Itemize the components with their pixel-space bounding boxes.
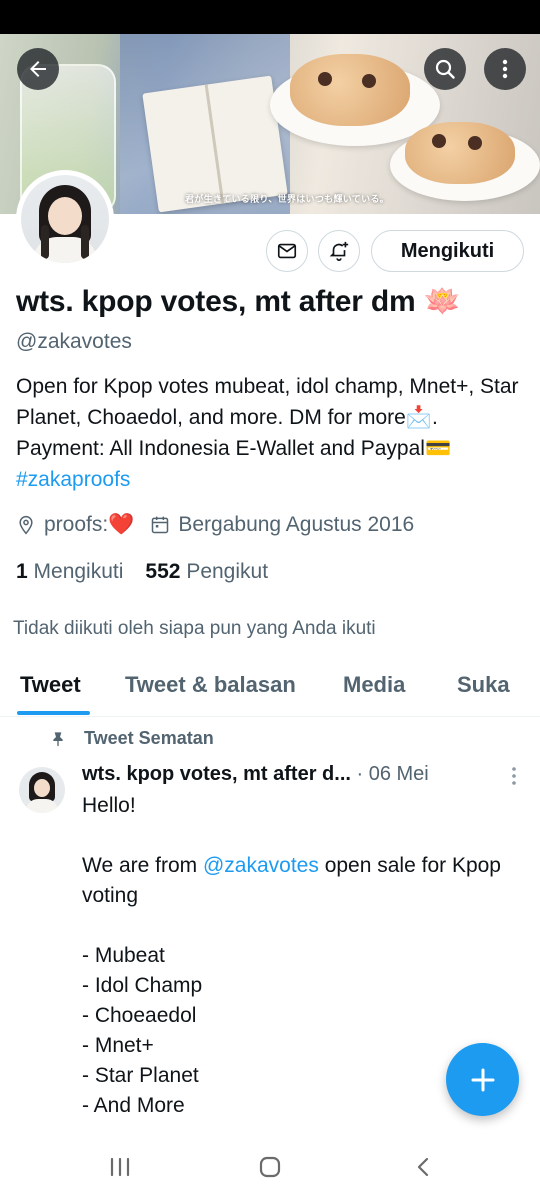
followers-link[interactable]: 552 Pengikut [145,560,268,583]
avatar [21,175,109,263]
tweet-list-item: - Choeaedol [82,1004,197,1027]
pinned-label: Tweet Sematan [50,728,214,749]
not-followed-note: Tidak diikuti oleh siapa pun yang Anda i… [13,618,376,639]
tweet-author-name[interactable]: wts. kpop votes, mt after d... [82,763,351,785]
arrow-left-icon [30,61,46,77]
following-label: Mengikuti [33,560,124,583]
tweet-text: We are from [82,854,203,877]
banner-bread [290,54,410,126]
tweet-header: wts. kpop votes, mt after d... · 06 Mei [82,763,429,786]
profile-bio: Open for Kpop votes mubeat, idol champ, … [16,371,526,495]
system-navigation-bar [0,1136,540,1200]
bread-eye [362,74,376,88]
back-nav-icon[interactable] [413,1156,435,1178]
profile-name: wts. kpop votes, mt after dm 🪷 [16,285,461,318]
bell-plus-icon [329,241,349,261]
profile-tabs: Tweet Tweet & balasan Media Suka [0,662,540,717]
compose-tweet-button[interactable] [446,1043,519,1116]
more-vertical-icon [502,59,508,79]
tweet-list-item: - Mubeat [82,944,165,967]
tweet-line: Hello! [82,794,136,817]
home-icon[interactable] [259,1156,281,1178]
tweet-date[interactable]: · 06 Mei [357,763,429,785]
tweet-more-icon[interactable] [507,766,521,786]
plus-icon [471,1068,494,1091]
followers-label: Pengikut [186,560,269,583]
more-options-button[interactable] [484,48,526,90]
back-button[interactable] [17,48,59,90]
message-button[interactable] [266,230,308,272]
tweet-mention-link[interactable]: @zakavotes [203,854,319,877]
notify-button[interactable] [318,230,360,272]
banner-bread [405,122,515,184]
tweet-list-item: - Idol Champ [82,974,203,997]
bio-text: Open for Kpop votes mubeat, idol champ, … [16,375,519,460]
search-icon [435,59,455,79]
follow-counts: 1 Mengikuti 552 Pengikut [16,560,268,584]
bread-eye [318,72,332,86]
tweet-line: We are from @zakavotes open sale for Kpo… [82,851,522,911]
profile-joined-date: Bergabung Agustus 2016 [178,513,415,536]
banner-caption: 君が生きている限り、世界はいつも輝いている。 [185,194,389,204]
tab-likes[interactable]: Suka [457,672,510,698]
tab-media[interactable]: Media [343,672,405,698]
search-button[interactable] [424,48,466,90]
active-tab-indicator [17,711,90,715]
tab-tweet-replies[interactable]: Tweet & balasan [125,672,296,698]
profile-avatar[interactable] [16,170,114,268]
bread-eye [432,134,446,148]
following-count: 1 [16,560,28,583]
profile-meta: proofs:❤️ Bergabung Agustus 2016 [16,513,414,537]
status-bar [0,0,540,34]
tab-tweet[interactable]: Tweet [20,672,81,698]
envelope-icon [277,243,297,259]
bread-eye [468,136,482,150]
recent-apps-icon[interactable] [109,1156,131,1178]
tweet-author-avatar[interactable] [19,767,65,813]
following-link[interactable]: 1 Mengikuti [16,560,123,583]
pinned-text: Tweet Sematan [84,728,214,748]
bio-hashtag-link[interactable]: #zakaproofs [16,468,130,491]
profile-handle: @zakavotes [16,330,132,353]
following-button[interactable]: Mengikuti [371,230,524,272]
followers-count: 552 [145,560,181,583]
location-pin-icon [19,515,33,535]
pin-icon [53,731,63,746]
calendar-icon [152,516,169,534]
profile-location: proofs:❤️ [44,513,135,536]
